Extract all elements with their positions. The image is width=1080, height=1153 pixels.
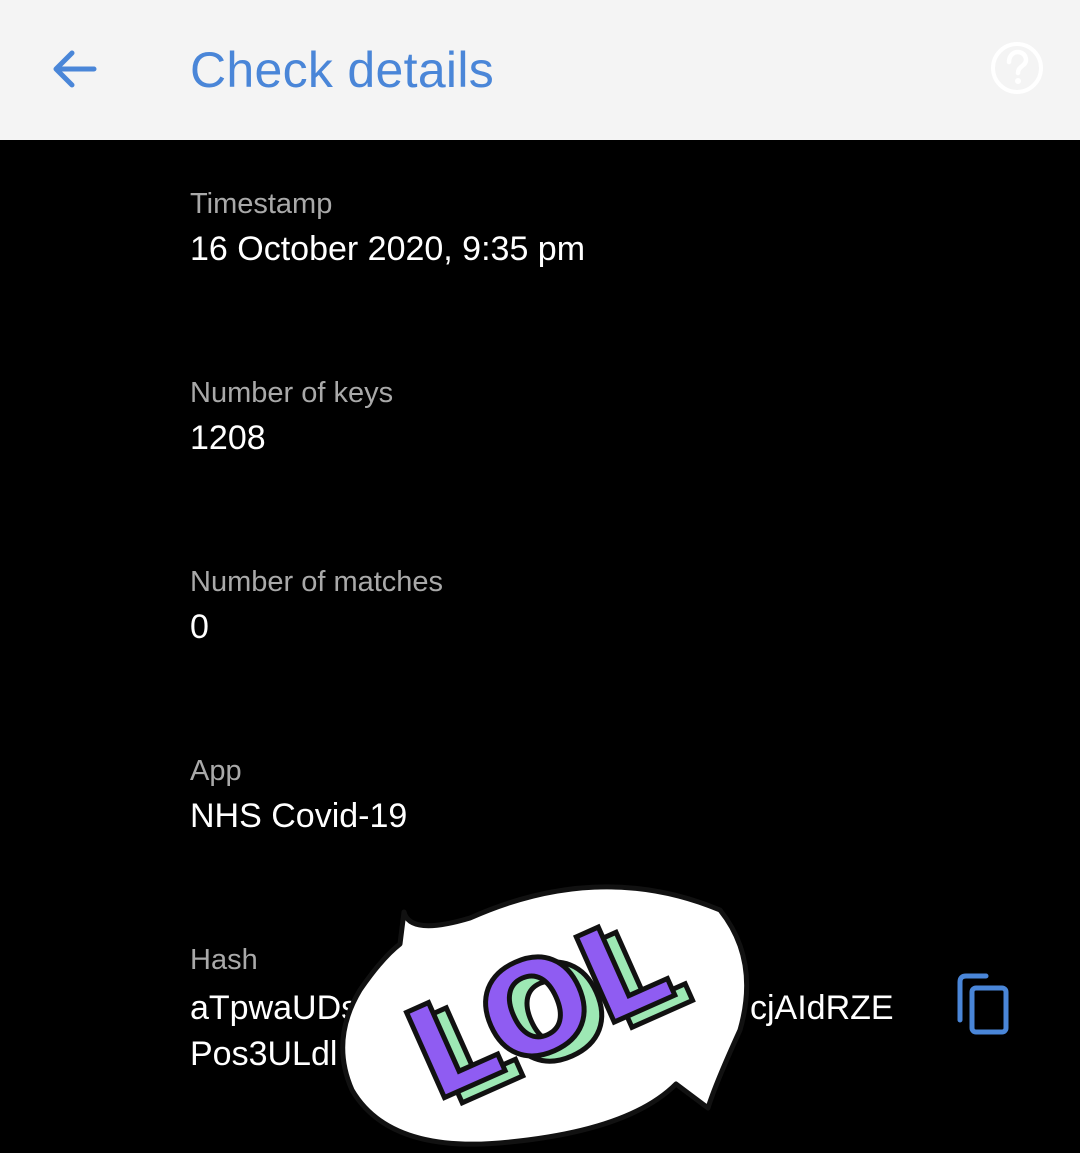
keys-value: 1208	[190, 419, 266, 457]
keys-field: Number of keys 1208	[190, 375, 950, 461]
matches-label: Number of matches	[190, 566, 444, 598]
copy-icon	[957, 973, 1009, 1035]
matches-field: Number of matches 0	[190, 564, 950, 650]
arrow-left-icon	[53, 50, 97, 88]
matches-value: 0	[190, 608, 209, 646]
page-title: Check details	[190, 42, 495, 98]
app-label: App	[190, 755, 242, 787]
help-circle-icon	[991, 42, 1043, 94]
hash-value-line2-start: Pos3ULdl	[190, 1035, 338, 1073]
app-field: App NHS Covid-19	[190, 753, 950, 839]
app-bar: Check details	[0, 0, 1080, 140]
keys-label: Number of keys	[190, 377, 394, 409]
timestamp-field: Timestamp 16 October 2020, 9:35 pm	[190, 186, 950, 272]
lol-sticker: LOL LOL	[330, 870, 770, 1148]
timestamp-value: 16 October 2020, 9:35 pm	[190, 230, 586, 268]
timestamp-label: Timestamp	[190, 188, 333, 220]
back-button[interactable]	[40, 36, 108, 104]
hash-value-line1-end: cjAIdRZE	[750, 989, 894, 1027]
app-value: NHS Covid-19	[190, 797, 408, 835]
help-button[interactable]	[985, 36, 1049, 100]
copy-hash-button[interactable]	[950, 968, 1020, 1044]
